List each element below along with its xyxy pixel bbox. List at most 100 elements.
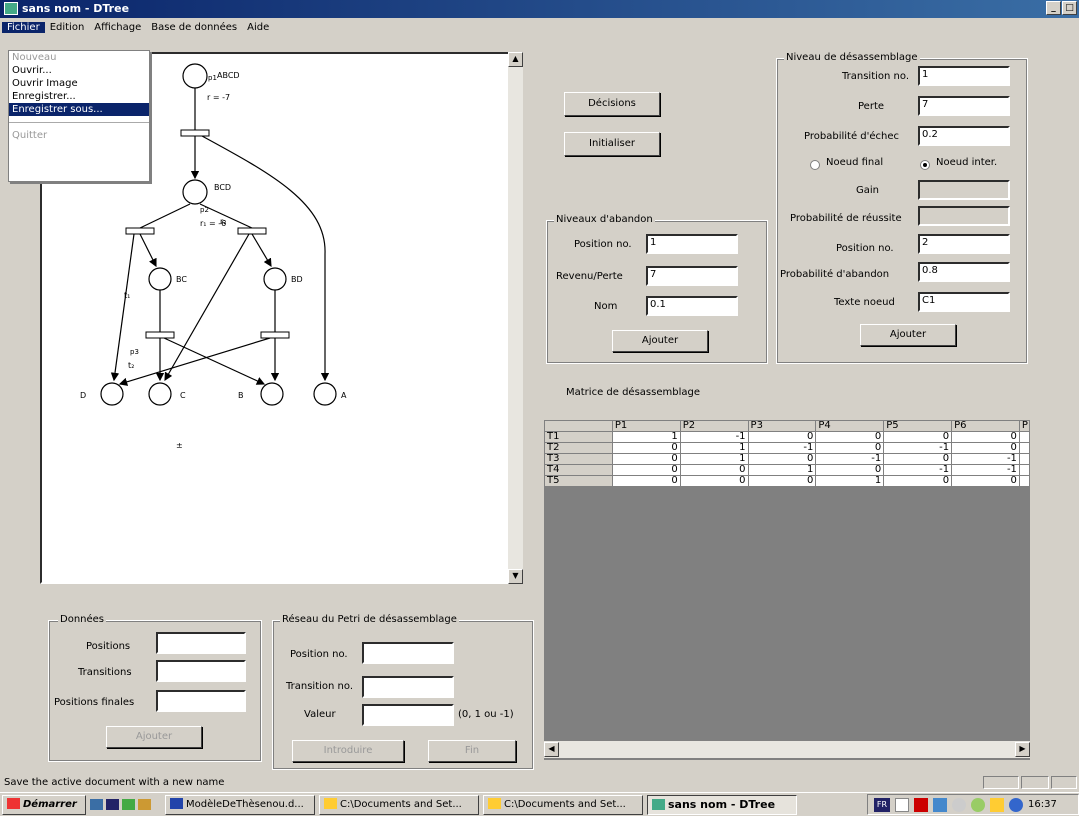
table-cell[interactable]: 0 [951,442,1020,454]
table-cell[interactable]: -1 [951,464,1020,476]
abandon-position-input[interactable]: 1 [646,234,738,254]
maximize-button[interactable]: □ [1062,1,1077,15]
table-cell[interactable]: -1 [951,453,1020,465]
minimize-button[interactable]: _ [1046,1,1061,15]
abandon-prob-input[interactable]: 0.8 [918,262,1010,282]
abandon-revenu-input[interactable]: 7 [646,266,738,286]
matrix-horizontal-scrollbar[interactable]: ◀ ▶ [544,741,1030,758]
table-cell[interactable] [1018,464,1031,476]
positions-finales-input[interactable] [156,690,246,712]
table-cell[interactable]: 0 [883,475,953,487]
table-cell[interactable] [1018,431,1031,443]
menu-item-nouveau[interactable]: Nouveau [9,51,149,64]
canvas-vertical-scrollbar[interactable]: ▲ ▼ [508,52,523,584]
table-cell[interactable]: -1 [747,442,817,454]
menu-item-enregistrer-sous[interactable]: Enregistrer sous... [9,103,149,116]
table-cell[interactable]: 0 [747,431,817,443]
column-header[interactable]: P4 [815,420,885,432]
perte-input[interactable]: 7 [918,96,1010,116]
media-icon[interactable] [122,799,135,810]
tray-app-icon[interactable] [1009,797,1023,812]
antivirus-icon[interactable] [914,797,928,812]
table-cell[interactable]: 0 [883,453,953,465]
tray-app-icon[interactable] [971,797,985,812]
taskbar-task[interactable]: C:\Documents and Set... [483,794,643,815]
donnees-add-button[interactable]: Ajouter [106,726,202,748]
app-shortcut-icon[interactable] [138,799,151,810]
table-cell[interactable]: 0 [611,475,681,487]
table-cell[interactable]: 0 [883,431,953,443]
table-cell[interactable]: 0 [951,431,1020,443]
abandon-add-button[interactable]: Ajouter [612,330,708,352]
table-cell[interactable]: 1 [611,431,681,443]
abandon-nom-input[interactable]: 0.1 [646,296,738,316]
menu-aide[interactable]: Aide [242,22,274,33]
column-header[interactable]: P5 [883,420,953,432]
start-button[interactable]: Démarrer [2,794,86,815]
reseau-valeur-input[interactable] [362,704,454,726]
initialiser-button[interactable]: Initialiser [564,132,660,156]
table-cell[interactable]: 0 [815,442,885,454]
sound-icon[interactable] [952,797,966,812]
row-header[interactable]: T2 [544,442,613,454]
position-input[interactable]: 2 [918,234,1010,254]
column-header[interactable]: P3 [747,420,817,432]
table-cell[interactable]: -1 [883,464,953,476]
table-cell[interactable]: -1 [883,442,953,454]
menu-item-ouvrir-image[interactable]: Ouvrir Image [9,77,149,90]
radio-noeud-inter[interactable] [920,160,930,170]
table-cell[interactable] [1018,442,1031,454]
window-vertical-scrollbar[interactable] [1068,52,1079,758]
table-cell[interactable]: 1 [747,464,817,476]
network-icon[interactable] [933,797,947,812]
taskbar-task-active[interactable]: sans nom - DTree [647,794,797,815]
scroll-up-button[interactable]: ▲ [508,52,523,67]
disassembly-add-button[interactable]: Ajouter [860,324,956,346]
menu-item-enregistrer[interactable]: Enregistrer... [9,90,149,103]
tray-app-icon[interactable] [990,797,1004,812]
table-cell[interactable]: 1 [679,453,749,465]
menu-edition[interactable]: Edition [45,22,90,33]
ie-icon[interactable] [90,799,103,810]
fin-button[interactable]: Fin [428,740,516,762]
table-cell[interactable]: 0 [679,475,749,487]
table-cell[interactable]: 0 [747,453,817,465]
table-cell[interactable]: 0 [951,475,1020,487]
taskbar-task[interactable]: ModèleDeThèsenou.d... [165,794,315,815]
radio-noeud-final[interactable] [810,160,820,170]
scroll-right-button[interactable]: ▶ [1015,742,1030,757]
matrix-grid[interactable]: P1 P2 P3 P4 P5 P6 P T1 1 -1 0 0 0 0 T2 0… [544,420,1031,760]
table-cell[interactable]: 0 [747,475,817,487]
row-header[interactable]: T4 [544,464,613,476]
table-cell[interactable]: -1 [679,431,749,443]
table-cell[interactable]: 1 [815,475,885,487]
table-cell[interactable]: 0 [611,453,681,465]
table-cell[interactable]: 0 [611,464,681,476]
row-header[interactable]: T3 [544,453,613,465]
decisions-button[interactable]: Décisions [564,92,660,116]
reseau-transition-input[interactable] [362,676,454,698]
row-header[interactable]: T1 [544,431,613,443]
table-cell[interactable] [1018,475,1031,487]
texte-input[interactable]: C1 [918,292,1010,312]
table-cell[interactable]: 0 [815,464,885,476]
scroll-down-button[interactable]: ▼ [508,569,523,584]
language-indicator[interactable]: FR [874,797,890,812]
help-icon[interactable] [895,797,909,812]
desktop-icon[interactable] [106,799,119,810]
menu-item-ouvrir[interactable]: Ouvrir... [9,64,149,77]
menu-fichier[interactable]: Fichier [2,21,45,33]
reseau-position-input[interactable] [362,642,454,664]
table-cell[interactable]: 0 [815,431,885,443]
echec-input[interactable]: 0.2 [918,126,1010,146]
table-cell[interactable]: 0 [679,464,749,476]
transitions-input[interactable] [156,660,246,682]
positions-input[interactable] [156,632,246,654]
table-cell[interactable]: 1 [679,442,749,454]
menu-item-quitter[interactable]: Quitter [9,129,149,142]
table-cell[interactable] [1018,453,1031,465]
column-header[interactable]: P1 [611,420,681,432]
column-header[interactable]: P [1018,420,1031,432]
transition-input[interactable]: 1 [918,66,1010,86]
scroll-left-button[interactable]: ◀ [544,742,559,757]
